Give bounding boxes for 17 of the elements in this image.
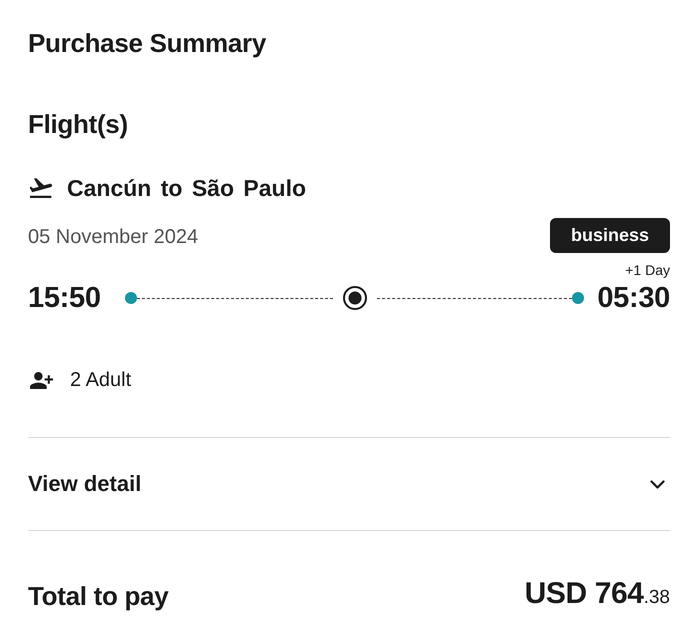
flight-route: Cancún to São Paulo bbox=[67, 174, 306, 203]
stop-marker-icon bbox=[342, 286, 366, 310]
arrival-dot-icon bbox=[572, 292, 584, 304]
person-add-icon bbox=[30, 372, 53, 388]
section-title: Flight(s) bbox=[28, 109, 128, 139]
flight-date: 05 November 2024 bbox=[28, 225, 198, 249]
page-title: Purchase Summary bbox=[28, 28, 266, 58]
total-label: Total to pay bbox=[28, 580, 168, 613]
arrival-time: 05:30 bbox=[597, 281, 670, 315]
day-offset: +1 Day bbox=[625, 262, 670, 278]
passenger-count: 2 Adult bbox=[70, 368, 132, 392]
plane-takeoff-icon bbox=[30, 178, 52, 198]
total-price: USD 764.38 bbox=[524, 576, 670, 612]
cabin-class-badge: business bbox=[550, 218, 670, 253]
view-detail-toggle[interactable]: View detail bbox=[28, 469, 670, 499]
departure-time: 15:50 bbox=[28, 281, 101, 315]
departure-dot-icon bbox=[124, 292, 137, 304]
